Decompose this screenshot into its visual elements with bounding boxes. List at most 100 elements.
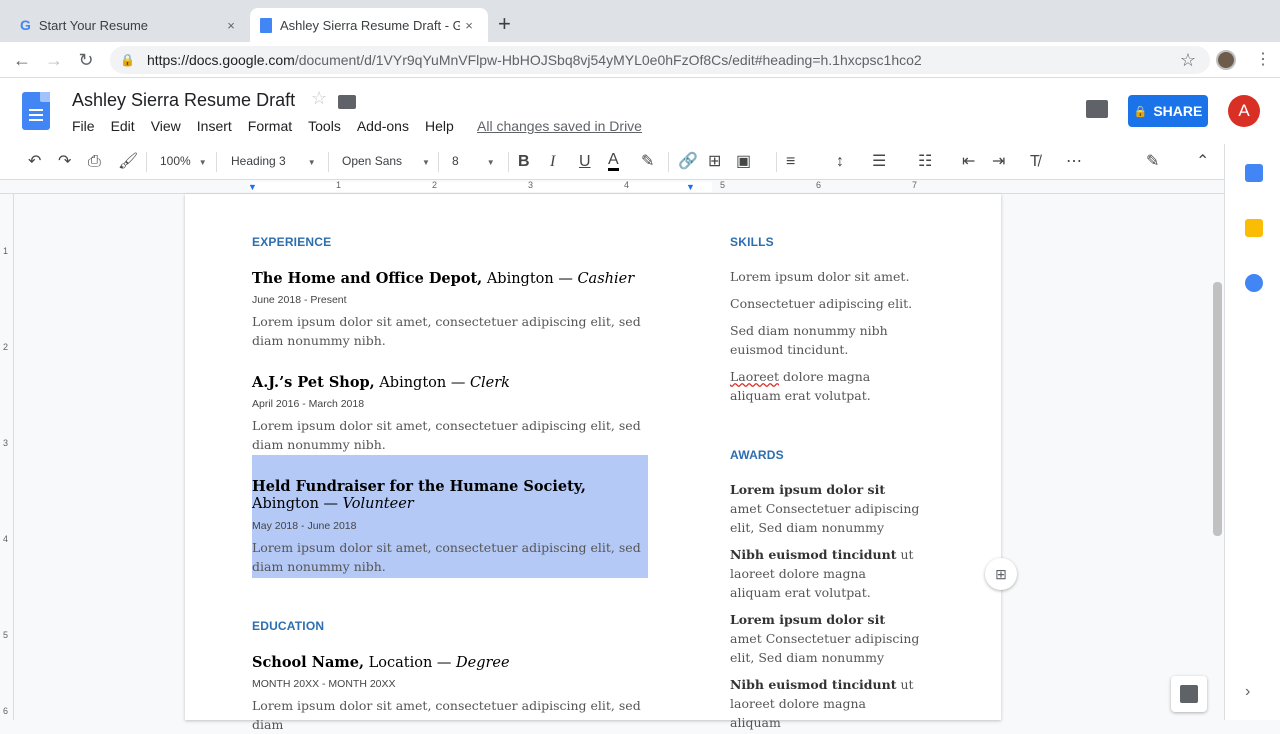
zoom-select[interactable]: 100% ▼: [160, 154, 207, 168]
menu-edit[interactable]: Edit: [111, 118, 135, 134]
bulleted-list-icon[interactable]: ☷: [918, 152, 932, 172]
menu-insert[interactable]: Insert: [197, 118, 232, 134]
link-icon[interactable]: 🔗: [678, 152, 698, 172]
skill-item: Sed diam nonummy nibh euismod tincidunt.: [730, 323, 888, 357]
font-select[interactable]: Open Sans ▼: [342, 154, 430, 168]
ruler-number: 5: [720, 180, 726, 190]
highlight-color-icon[interactable]: ✎: [641, 152, 654, 172]
docs-header: Ashley Sierra Resume Draft ☆ File Edit V…: [0, 78, 1280, 144]
address-bar[interactable]: 🔒 https://docs.google.com /document/d/1V…: [110, 46, 1210, 74]
chrome-menu-icon[interactable]: ⋮: [1255, 48, 1271, 72]
awards-heading: AWARDS: [730, 448, 784, 462]
job-dates: May 2018 - June 2018: [252, 520, 357, 532]
redo-icon[interactable]: ↷: [58, 152, 71, 172]
expand-panel-icon[interactable]: ›: [1245, 683, 1250, 701]
keep-icon[interactable]: [1245, 219, 1263, 237]
comment-history-icon[interactable]: [1086, 100, 1108, 118]
docs-logo-icon[interactable]: [22, 92, 50, 130]
docs-favicon-icon: [260, 17, 272, 33]
award-item: Nibh euismod tincidunt ut laoreet dolore…: [730, 677, 914, 730]
add-comment-icon[interactable]: ⊞: [708, 152, 721, 172]
account-avatar[interactable]: A: [1228, 95, 1260, 127]
profile-avatar[interactable]: [1216, 50, 1236, 70]
skill-item: Consectetuer adipiscing elit.: [730, 296, 913, 311]
close-tab-icon[interactable]: ×: [460, 18, 478, 33]
award-item: Nibh euismod tincidunt ut laoreet dolore…: [730, 547, 914, 600]
text-color-icon[interactable]: A: [608, 152, 619, 171]
url-host: https://docs.google.com: [146, 52, 295, 68]
clear-formatting-icon[interactable]: T̸: [1030, 152, 1040, 172]
menu-tools[interactable]: Tools: [308, 118, 341, 134]
explore-button[interactable]: [1171, 676, 1207, 712]
line-spacing-icon[interactable]: ↕: [836, 152, 844, 172]
menu-format[interactable]: Format: [248, 118, 292, 134]
horizontal-ruler: 1 2 3 4 5 6 7 ▼ ▼: [0, 180, 1224, 194]
collapse-menu-icon[interactable]: ⌃: [1196, 152, 1209, 172]
right-indent-marker-icon[interactable]: ▼: [686, 182, 695, 192]
back-icon[interactable]: ←: [10, 48, 34, 72]
folder-icon[interactable]: [338, 95, 356, 109]
ruler-number: 6: [3, 706, 9, 716]
vertical-scrollbar[interactable]: [1213, 282, 1222, 536]
menu-file[interactable]: File: [72, 118, 95, 134]
style-select[interactable]: Heading 3 ▼: [231, 154, 316, 168]
paint-format-icon[interactable]: 🖌: [118, 152, 138, 172]
ruler-number: 4: [3, 534, 9, 544]
education-heading: EDUCATION: [252, 619, 325, 633]
explore-icon: [1180, 685, 1198, 703]
browser-tab-start-resume[interactable]: G Start Your Resume ×: [10, 8, 250, 42]
skill-item: Laoreet dolore magna aliquam erat volutp…: [730, 369, 871, 403]
save-status[interactable]: All changes saved in Drive: [477, 118, 642, 134]
lock-icon: 🔒: [1133, 105, 1148, 118]
star-icon[interactable]: ☆: [311, 88, 327, 109]
font-size-select[interactable]: 8 ▼: [452, 154, 495, 168]
ruler-number: 4: [624, 180, 630, 190]
browser-tab-resume-draft[interactable]: Ashley Sierra Resume Draft - G ×: [250, 8, 488, 42]
job-title-line: A.J.’s Pet Shop, Abington — Clerk: [252, 374, 510, 391]
more-icon[interactable]: ⋯: [1066, 152, 1082, 172]
increase-indent-icon[interactable]: ⇥: [992, 152, 1005, 172]
vertical-ruler: 1 2 3 4 5 6: [0, 194, 14, 720]
document-title[interactable]: Ashley Sierra Resume Draft: [72, 90, 295, 111]
document-page[interactable]: EXPERIENCE The Home and Office Depot, Ab…: [185, 194, 1001, 732]
italic-icon[interactable]: I: [550, 152, 555, 172]
job-description: Lorem ipsum dolor sit amet, consectetuer…: [252, 540, 641, 574]
school-title-line: School Name, Location — Degree: [252, 654, 510, 671]
bold-icon[interactable]: B: [518, 152, 530, 172]
indent-marker-icon[interactable]: ▼: [248, 182, 257, 192]
forward-icon[interactable]: →: [42, 48, 66, 72]
menu-addons[interactable]: Add-ons: [357, 118, 409, 134]
job-dates: April 2016 - March 2018: [252, 398, 365, 410]
ruler-number: 5: [3, 630, 9, 640]
decrease-indent-icon[interactable]: ⇤: [962, 152, 975, 172]
align-icon[interactable]: ≡: [786, 152, 795, 172]
close-tab-icon[interactable]: ×: [222, 18, 240, 33]
underline-icon[interactable]: U: [579, 152, 591, 172]
numbered-list-icon[interactable]: ☰: [872, 152, 886, 172]
side-panel: [1224, 144, 1280, 720]
bookmark-star-icon[interactable]: ☆: [1180, 50, 1196, 71]
ruler-number: 1: [336, 180, 342, 190]
share-label: SHARE: [1153, 103, 1203, 119]
tab-title: Ashley Sierra Resume Draft - G: [280, 17, 460, 33]
insert-image-icon[interactable]: ▣: [736, 152, 751, 172]
editing-mode-icon[interactable]: ✎: [1146, 152, 1159, 172]
menu-help[interactable]: Help: [425, 118, 454, 134]
print-icon[interactable]: ⎙: [88, 152, 101, 172]
add-comment-button[interactable]: ⊞: [985, 558, 1017, 590]
share-button[interactable]: 🔒 SHARE: [1128, 95, 1208, 127]
skill-item: Lorem ipsum dolor sit amet.: [730, 269, 910, 284]
tab-title: Start Your Resume: [38, 17, 149, 33]
calendar-icon[interactable]: [1245, 164, 1263, 182]
reload-icon[interactable]: ↻: [74, 48, 98, 72]
menu-view[interactable]: View: [151, 118, 181, 134]
ruler-number: 1: [3, 246, 9, 256]
job-dates: June 2018 - Present: [252, 294, 347, 306]
undo-icon[interactable]: ↶: [28, 152, 41, 172]
ruler-number: 2: [3, 342, 9, 352]
new-tab-button[interactable]: +: [498, 12, 511, 36]
job-description: Lorem ipsum dolor sit amet, consectetuer…: [252, 418, 641, 452]
tasks-icon[interactable]: [1245, 274, 1263, 292]
url-path: /document/d/1VYr9qYuMnVFlpw-HbHOJSbq8vj5…: [294, 52, 922, 68]
award-item: Lorem ipsum dolor sit amet Consectetuer …: [730, 482, 920, 535]
